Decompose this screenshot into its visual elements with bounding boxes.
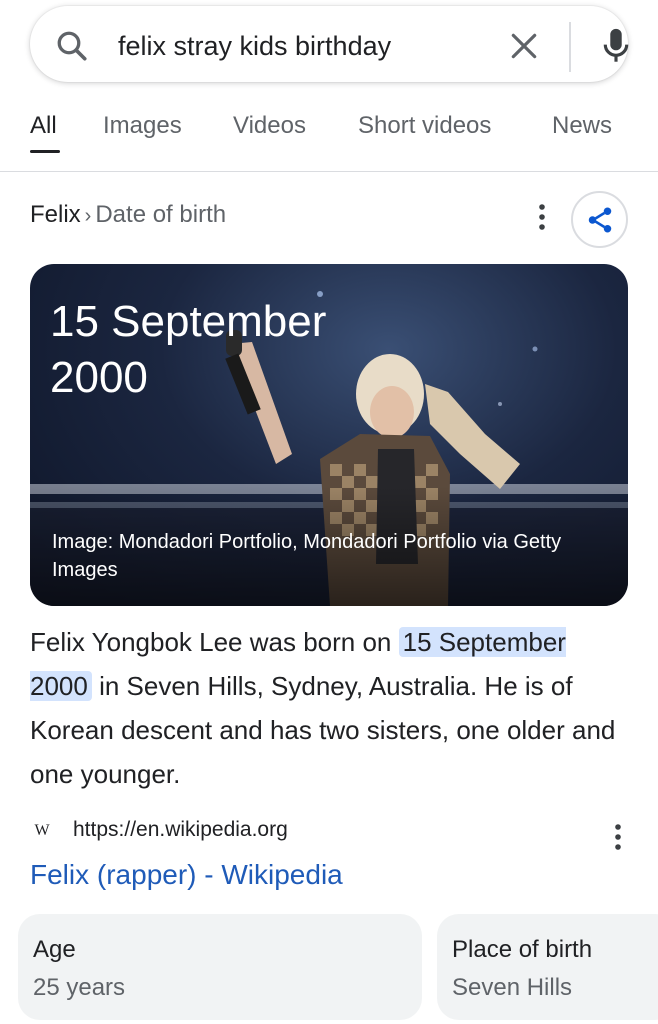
answer-title: 15 September 2000 [50, 297, 327, 402]
share-button[interactable] [571, 191, 628, 248]
active-tab-indicator [30, 150, 60, 153]
wikipedia-icon: W [34, 822, 50, 839]
fact-value: Seven Hills [452, 974, 573, 1001]
search-icon [57, 31, 87, 61]
more-options-icon[interactable] [530, 202, 554, 232]
tab-news[interactable]: News [552, 112, 612, 140]
source-more-options-icon[interactable] [606, 822, 630, 852]
search-divider [569, 22, 571, 72]
fact-chip-age[interactable]: Age 25 years [18, 914, 422, 1020]
tab-all[interactable]: All [30, 112, 57, 140]
search-bar[interactable] [30, 6, 629, 82]
tab-images[interactable]: Images [103, 112, 182, 140]
tab-short-videos[interactable]: Short videos [358, 112, 491, 140]
fact-value: 25 years [33, 974, 126, 1001]
share-icon [588, 207, 611, 232]
breadcrumb-separator: › [84, 205, 92, 227]
fact-chip-place-of-birth[interactable]: Place of birth Seven Hills [437, 914, 658, 1020]
image-caption: Image: Mondadori Portfolio, Mondadori Po… [52, 531, 562, 581]
answer-description: Felix Yongbok Lee was born on 15 Septemb… [30, 620, 630, 796]
description-text-after: in Seven Hills, Sydney, Australia. He is… [30, 671, 616, 789]
search-input[interactable] [118, 30, 458, 62]
source-url: https://en.wikipedia.org [73, 818, 288, 841]
search-tabs: All Images Videos Short videos News [0, 100, 658, 172]
fact-label: Age [33, 936, 76, 963]
breadcrumb-leaf: Date of birth [95, 201, 227, 228]
fact-label: Place of birth [452, 936, 593, 963]
breadcrumb: Felix › Date of birth [30, 201, 226, 229]
mic-icon[interactable] [598, 26, 634, 66]
breadcrumb-root[interactable]: Felix [30, 201, 81, 228]
answer-image-card[interactable]: 15 September 2000 Image: Mondadori Portf… [30, 264, 628, 606]
source-title-link[interactable]: Felix (rapper) - Wikipedia [30, 859, 343, 891]
close-icon[interactable] [508, 30, 540, 62]
description-text-before: Felix Yongbok Lee was born on [30, 627, 399, 657]
tab-videos[interactable]: Videos [233, 112, 306, 140]
